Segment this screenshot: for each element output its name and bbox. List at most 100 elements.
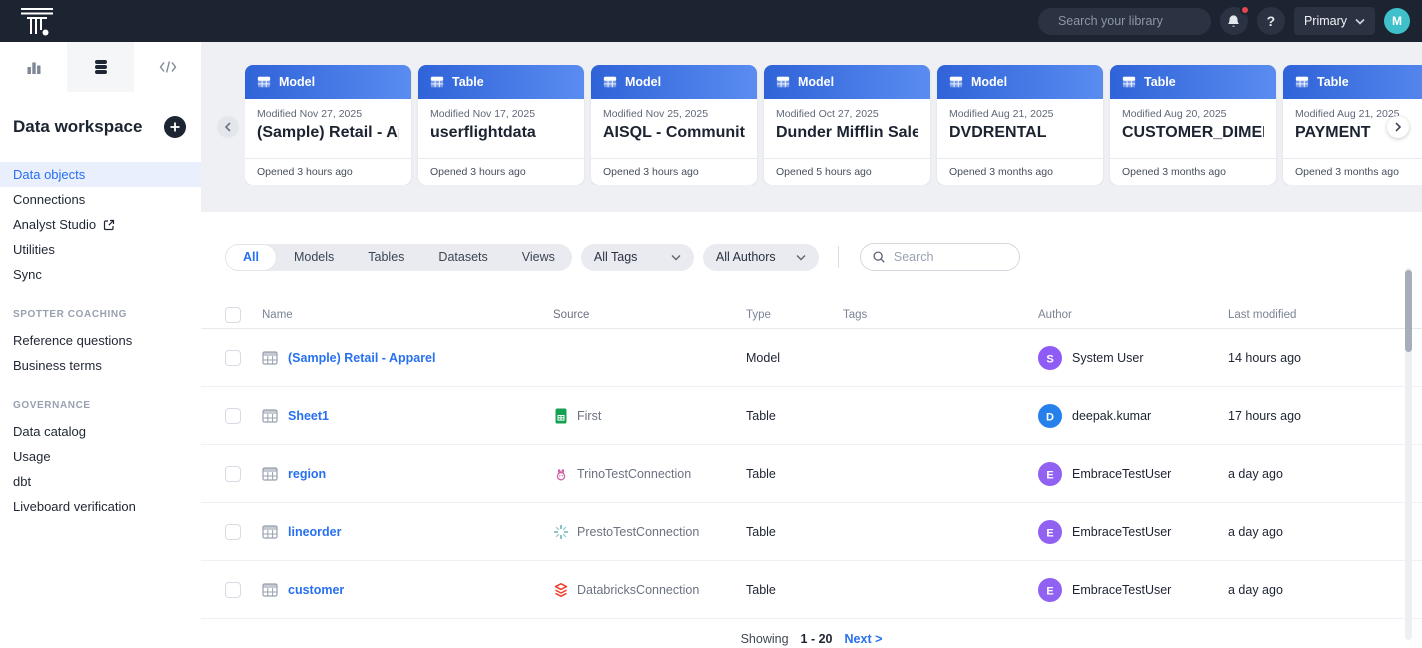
recent-card[interactable]: Table Modified Aug 20, 2025 CUSTOMER_DIM…: [1110, 65, 1276, 185]
author-avatar-initial: D: [1046, 411, 1054, 423]
object-type: Table: [746, 525, 776, 539]
card-title: DVDRENTAL: [949, 124, 1091, 142]
filter-tab-views[interactable]: Views: [505, 244, 572, 271]
row-checkbox[interactable]: [225, 350, 241, 366]
table-grid-icon: [262, 582, 278, 598]
filter-tab-all[interactable]: All: [225, 244, 277, 271]
sidebar-item-usage[interactable]: Usage: [0, 444, 201, 469]
object-name-link[interactable]: lineorder: [288, 525, 342, 539]
sidebar-item-data-catalog[interactable]: Data catalog: [0, 419, 201, 444]
filter-tab-tables[interactable]: Tables: [351, 244, 421, 271]
last-modified: a day ago: [1228, 583, 1283, 597]
author-avatar: D: [1038, 404, 1062, 428]
google-sheets-icon: [553, 408, 569, 424]
object-name-link[interactable]: region: [288, 467, 326, 481]
recent-card[interactable]: Model Modified Nov 27, 2025 (Sample) Ret…: [245, 65, 411, 185]
card-modified: Modified Nov 25, 2025: [603, 108, 745, 120]
object-name-link[interactable]: Sheet1: [288, 409, 329, 423]
plus-icon: [169, 121, 181, 133]
chevron-down-icon: [1355, 18, 1365, 25]
row-checkbox[interactable]: [225, 466, 241, 482]
card-title: AISQL - Community: [603, 124, 745, 142]
table-row: customer DatabricksConnection Table E: [201, 561, 1422, 619]
filter-toolbar: All Models Tables Datasets Views All Tag…: [225, 243, 1422, 271]
source-name: First: [577, 409, 601, 423]
sidebar-item-data-objects[interactable]: Data objects: [0, 162, 201, 187]
list-search-input[interactable]: [894, 250, 1008, 264]
pagination: Showing 1 - 20 Next >: [201, 632, 1422, 646]
library-search-input[interactable]: [1058, 14, 1219, 28]
scrollbar-track[interactable]: [1405, 268, 1412, 640]
tab-data-workspace[interactable]: [67, 42, 134, 92]
tab-developer[interactable]: [134, 42, 201, 92]
object-type: Table: [746, 409, 776, 423]
thoughtspot-logo[interactable]: [17, 6, 57, 36]
column-header-last-modified: Last modified: [1228, 309, 1296, 321]
bell-icon: [1226, 14, 1241, 29]
recent-card[interactable]: Model Modified Oct 27, 2025 Dunder Miffl…: [764, 65, 930, 185]
last-modified: a day ago: [1228, 467, 1283, 481]
sidebar-item-label: Business terms: [13, 358, 102, 373]
card-opened: Opened 3 hours ago: [591, 158, 757, 185]
table-row: Sheet1 First Table D deepak.kumar: [201, 387, 1422, 445]
column-header-type: Type: [746, 309, 771, 321]
card-title: userflightdata: [430, 124, 572, 142]
select-all-checkbox[interactable]: [225, 307, 241, 323]
filter-tab-datasets[interactable]: Datasets: [421, 244, 504, 271]
sidebar-item-utilities[interactable]: Utilities: [0, 237, 201, 262]
table-row: region TrinoTestConnection Table: [201, 445, 1422, 503]
sidebar-item-connections[interactable]: Connections: [0, 187, 201, 212]
notifications-button[interactable]: [1220, 7, 1248, 35]
row-checkbox[interactable]: [225, 408, 241, 424]
tab-insights[interactable]: [0, 42, 67, 92]
bar-chart-icon: [26, 59, 42, 75]
carousel-prev-button[interactable]: [217, 116, 239, 138]
database-icon: [93, 59, 109, 75]
library-search[interactable]: [1038, 8, 1211, 35]
object-type: Table: [746, 467, 776, 481]
data-objects-table: Name Source Type Tags Author Last modifi…: [201, 301, 1422, 619]
recent-card[interactable]: Model Modified Aug 21, 2025 DVDRENTAL Op…: [937, 65, 1103, 185]
object-name-link[interactable]: (Sample) Retail - Apparel: [288, 351, 436, 365]
sidebar-item-label: Utilities: [13, 242, 55, 257]
next-page-link[interactable]: Next >: [845, 632, 883, 646]
sidebar-item-sync[interactable]: Sync: [0, 262, 201, 287]
showing-label: Showing: [741, 632, 789, 646]
object-type: Table: [746, 583, 776, 597]
card-badge: Table: [452, 75, 484, 89]
sidebar-item-label: Liveboard verification: [13, 499, 136, 514]
sidebar-item-analyst-studio[interactable]: Analyst Studio: [0, 212, 201, 237]
author-avatar-initial: E: [1046, 585, 1053, 597]
list-search[interactable]: [860, 243, 1020, 271]
create-new-button[interactable]: [164, 116, 186, 138]
top-navigation-bar: ? Primary M: [0, 0, 1422, 42]
card-badge: Model: [798, 75, 834, 89]
card-modified: Modified Oct 27, 2025: [776, 108, 918, 120]
row-checkbox[interactable]: [225, 582, 241, 598]
last-modified: a day ago: [1228, 525, 1283, 539]
recent-card[interactable]: Model Modified Nov 25, 2025 AISQL - Comm…: [591, 65, 757, 185]
tags-filter-dropdown[interactable]: All Tags: [581, 244, 694, 271]
section-header-spotter-coaching: SPOTTER COACHING: [0, 309, 201, 320]
author-avatar: S: [1038, 346, 1062, 370]
table-grid-icon: [603, 75, 617, 89]
help-button[interactable]: ?: [1257, 7, 1285, 35]
org-switcher[interactable]: Primary: [1294, 7, 1375, 35]
card-badge: Model: [625, 75, 661, 89]
filter-tab-models[interactable]: Models: [277, 244, 351, 271]
user-avatar[interactable]: M: [1384, 8, 1410, 34]
scrollbar-thumb[interactable]: [1405, 270, 1412, 352]
recent-card[interactable]: Table Modified Nov 17, 2025 userflightda…: [418, 65, 584, 185]
sidebar: Data workspace Data objects Connections …: [0, 42, 201, 648]
card-opened: Opened 3 hours ago: [245, 158, 411, 185]
carousel-next-button[interactable]: [1387, 116, 1409, 138]
sidebar-item-dbt[interactable]: dbt: [0, 469, 201, 494]
sidebar-item-reference-questions[interactable]: Reference questions: [0, 328, 201, 353]
code-icon: [159, 60, 177, 74]
authors-filter-dropdown[interactable]: All Authors: [703, 244, 819, 271]
row-checkbox[interactable]: [225, 524, 241, 540]
column-header-name: Name: [262, 309, 293, 321]
sidebar-item-liveboard-verification[interactable]: Liveboard verification: [0, 494, 201, 519]
sidebar-item-business-terms[interactable]: Business terms: [0, 353, 201, 378]
object-name-link[interactable]: customer: [288, 583, 344, 597]
